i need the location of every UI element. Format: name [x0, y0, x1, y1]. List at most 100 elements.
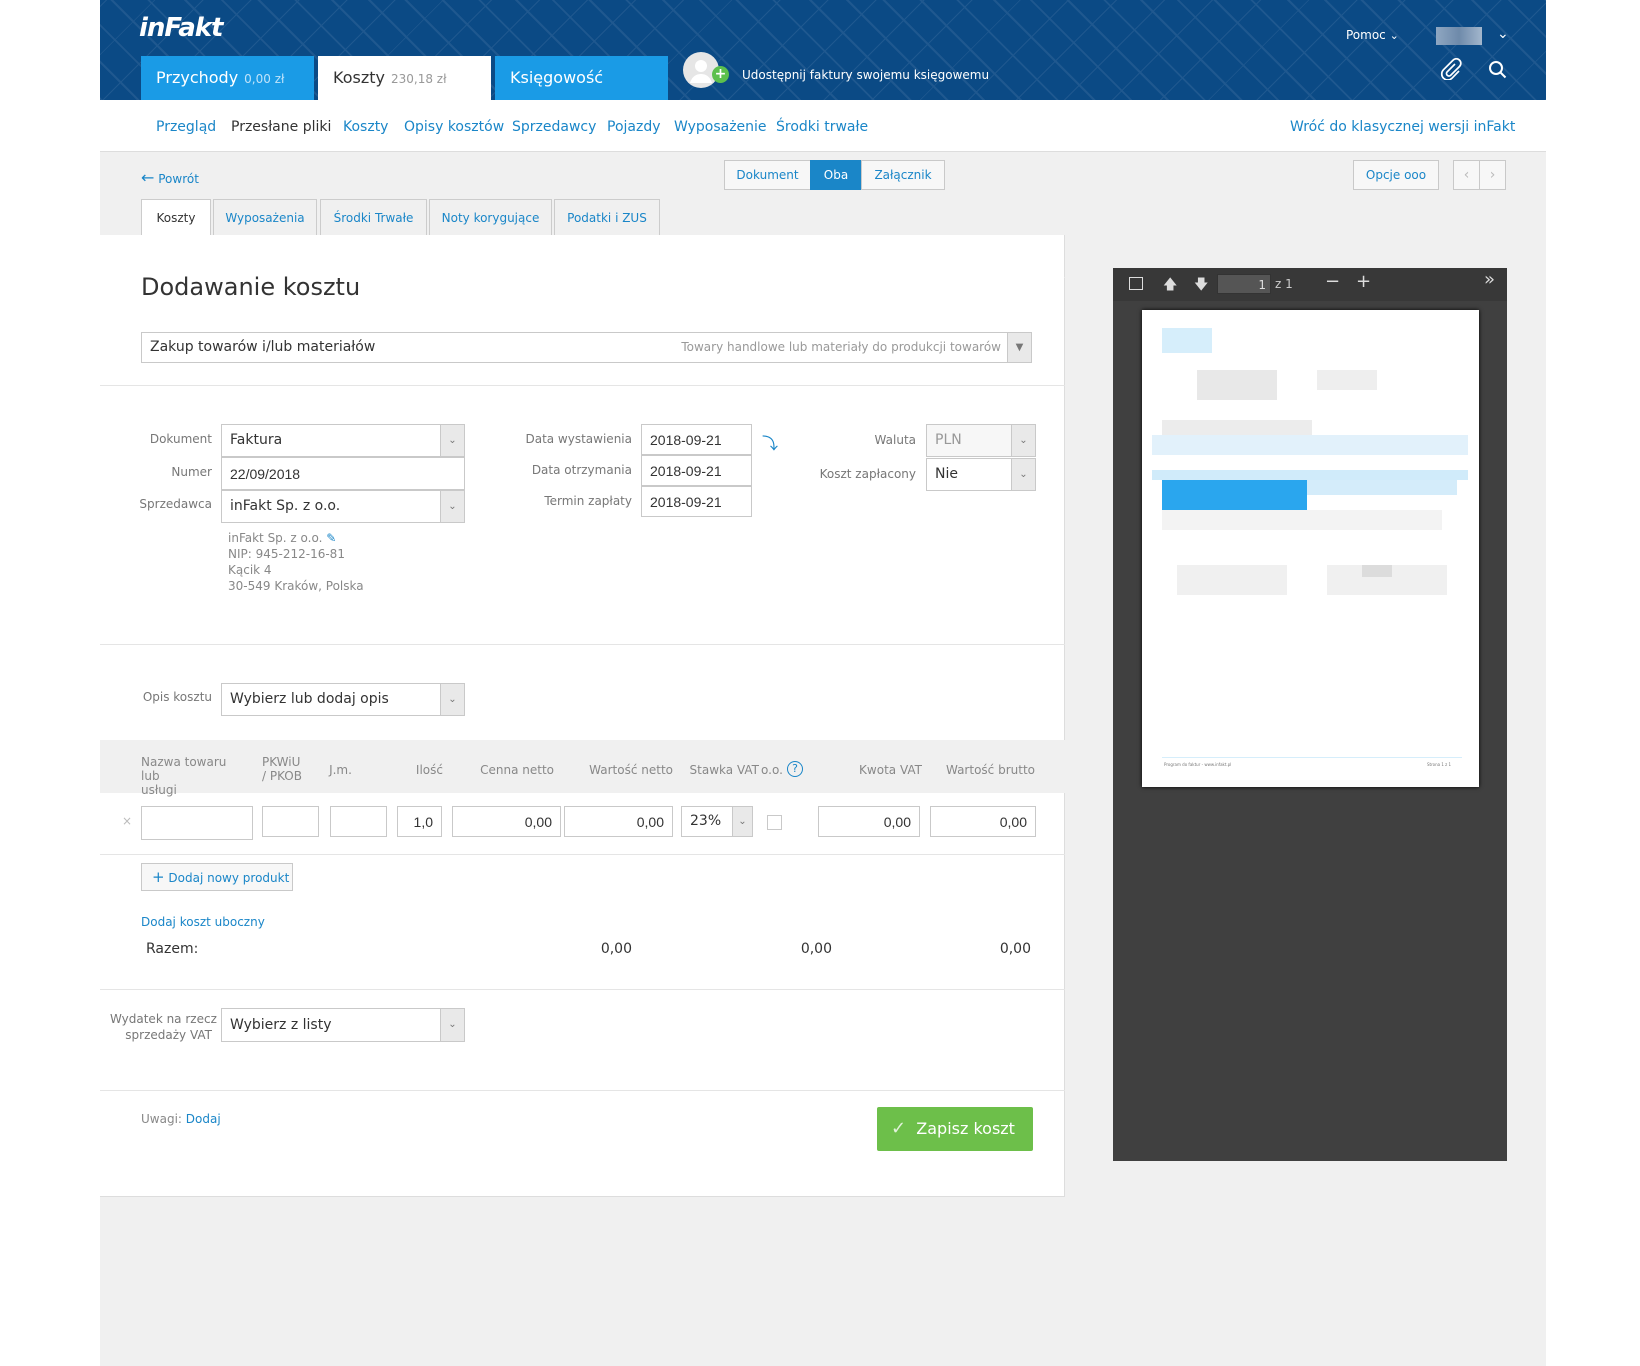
subnav-pojazdy[interactable]: Pojazdy: [607, 119, 661, 135]
tab-label: Przychody: [156, 68, 239, 87]
item-vat-amount-field[interactable]: [818, 806, 920, 837]
add-product-button[interactable]: + Dodaj nowy produkt: [141, 863, 293, 891]
view-both-button[interactable]: Oba: [810, 160, 862, 190]
col-name-l1: Nazwa towaru lub: [141, 755, 227, 783]
tab-przychody[interactable]: Przychody 0,00 zł: [141, 56, 314, 100]
expense-for-value: Wybierz z listy: [230, 1017, 332, 1033]
avatar[interactable]: [1436, 27, 1482, 45]
chevron-down-icon: ⌄: [440, 1009, 464, 1041]
document-type-value: Faktura: [230, 432, 283, 448]
arrow-down-icon[interactable]: 🡇: [1194, 274, 1208, 298]
check-icon: ✓: [891, 1118, 907, 1139]
view-document-button[interactable]: Dokument: [724, 160, 811, 190]
col-pkwiu-l1: PKWiU: [262, 755, 301, 769]
item-net-value-field[interactable]: [564, 806, 673, 837]
issue-date-field[interactable]: [641, 424, 752, 455]
double-chevron-right-icon[interactable]: »: [1484, 269, 1495, 290]
chevron-down-icon[interactable]: ⌄: [1497, 26, 1509, 42]
pencil-icon[interactable]: ✎: [326, 531, 336, 545]
search-icon[interactable]: [1488, 60, 1508, 84]
seller-select[interactable]: inFakt Sp. z o.o. ⌄: [221, 490, 465, 523]
item-qty-field[interactable]: [397, 806, 442, 837]
expense-for-select[interactable]: Wybierz z listy ⌄: [221, 1008, 465, 1042]
zoom-out-icon[interactable]: −: [1325, 271, 1340, 292]
subnav-srodki-trwale[interactable]: Środki trwałe: [776, 119, 868, 135]
seller-address-name: inFakt Sp. z o.o. ✎: [228, 531, 336, 545]
arrow-up-icon[interactable]: 🡅: [1163, 274, 1177, 298]
add-side-cost-link[interactable]: Dodaj koszt uboczny: [141, 915, 265, 929]
add-product-label: Dodaj nowy produkt: [168, 871, 290, 885]
copy-date-icon[interactable]: ⤵: [762, 430, 778, 454]
subtab-koszty[interactable]: Koszty: [141, 199, 211, 237]
options-button[interactable]: Opcje ooo: [1353, 160, 1439, 190]
subnav-wyposazenie[interactable]: Wyposażenie: [674, 119, 767, 135]
col-name-l2: usługi: [141, 783, 177, 797]
expense-for-l1: Wydatek na rzecz: [110, 1012, 217, 1026]
cost-form-card: [100, 235, 1065, 1197]
item-name-field[interactable]: [141, 806, 253, 840]
col-vat-amount-header: Kwota VAT: [859, 763, 922, 777]
notes-add-link[interactable]: Dodaj: [186, 1112, 221, 1126]
item-pkwiu-field[interactable]: [262, 806, 319, 837]
subtab-wyposazenia[interactable]: Wyposażenia: [213, 199, 317, 236]
classic-version-link[interactable]: Wróć do klasycznej wersji inFakt: [1290, 119, 1515, 135]
description-label: Opis kosztu: [142, 690, 212, 704]
tab-ksiegowosc[interactable]: Księgowość: [495, 56, 668, 100]
currency-select[interactable]: PLN ⌄: [926, 424, 1036, 457]
total-gross: 0,00: [999, 941, 1031, 957]
add-icon[interactable]: +: [712, 66, 729, 83]
subnav-koszty[interactable]: Koszty: [343, 119, 388, 135]
due-date-field[interactable]: [641, 486, 752, 517]
remove-row-icon[interactable]: ×: [122, 814, 132, 828]
subtab-podatki-zus[interactable]: Podatki i ZUS: [554, 199, 660, 236]
logo[interactable]: inFakt: [139, 13, 223, 43]
receive-date-field[interactable]: [641, 455, 752, 486]
help-label: Pomoc: [1346, 28, 1386, 42]
item-net-price-field[interactable]: [452, 806, 561, 837]
help-icon[interactable]: ?: [787, 761, 803, 777]
subnav-przeslane-pliki[interactable]: Przesłane pliki: [231, 119, 331, 135]
prev-button[interactable]: ‹: [1453, 160, 1480, 190]
zoom-in-icon[interactable]: +: [1356, 271, 1371, 292]
tab-amount: 230,18 zł: [390, 72, 447, 86]
subnav-przeglad[interactable]: Przegląd: [156, 119, 216, 135]
currency-value: PLN: [935, 432, 962, 448]
help-menu[interactable]: Pomoc ⌄: [1346, 28, 1399, 42]
subnav-sprzedawcy[interactable]: Sprzedawcy: [512, 119, 596, 135]
vat-rate-value: 23%: [690, 813, 722, 829]
tab-label: Księgowość: [510, 68, 604, 87]
subtab-srodki-trwale[interactable]: Środki Trwałe: [320, 199, 427, 236]
col-net-value-header: Wartość netto: [589, 763, 673, 777]
pdf-footer-left: Program do faktur - www.infakt.pl: [1164, 762, 1232, 767]
oo-checkbox[interactable]: [767, 815, 782, 830]
sidebar-toggle-icon[interactable]: [1129, 277, 1143, 290]
back-label: Powrót: [158, 172, 199, 186]
number-field[interactable]: [221, 457, 465, 490]
divider: [100, 989, 1065, 990]
paid-select[interactable]: Nie ⌄: [926, 458, 1036, 491]
next-button[interactable]: ›: [1479, 160, 1506, 190]
subtab-noty-korygujace[interactable]: Noty korygujące: [429, 199, 552, 236]
document-type-select[interactable]: Faktura ⌄: [221, 424, 465, 457]
divider: [100, 385, 1065, 386]
save-cost-button[interactable]: ✓ Zapisz koszt: [877, 1107, 1033, 1151]
page-number-input[interactable]: 1: [1217, 274, 1271, 294]
back-link[interactable]: ← Powrót: [141, 168, 199, 187]
seller-nip: NIP: 945-212-16-81: [228, 547, 345, 561]
view-attachment-button[interactable]: Załącznik: [861, 160, 945, 190]
divider: [100, 644, 1065, 645]
tab-koszty[interactable]: Koszty 230,18 zł: [318, 56, 491, 100]
subnav-opisy-kosztow[interactable]: Opisy kosztów: [404, 119, 504, 135]
chevron-down-icon: ▼: [1007, 333, 1031, 362]
description-select[interactable]: Wybierz lub dodaj opis ⌄: [221, 683, 465, 716]
paperclip-icon[interactable]: [1440, 57, 1462, 84]
cost-category-select[interactable]: Zakup towarów i/lub materiałów Towary ha…: [141, 332, 1032, 363]
col-pkwiu-l2: / PKOB: [262, 769, 302, 783]
item-unit-field[interactable]: [330, 806, 387, 837]
blurred-text: [1197, 370, 1277, 400]
vat-rate-select[interactable]: 23% ⌄: [681, 806, 753, 837]
blurred-row: [1307, 480, 1457, 495]
share-link[interactable]: Udostępnij faktury swojemu księgowemu: [742, 68, 989, 82]
page-fold: [1022, 235, 1065, 278]
item-gross-field[interactable]: [930, 806, 1036, 837]
